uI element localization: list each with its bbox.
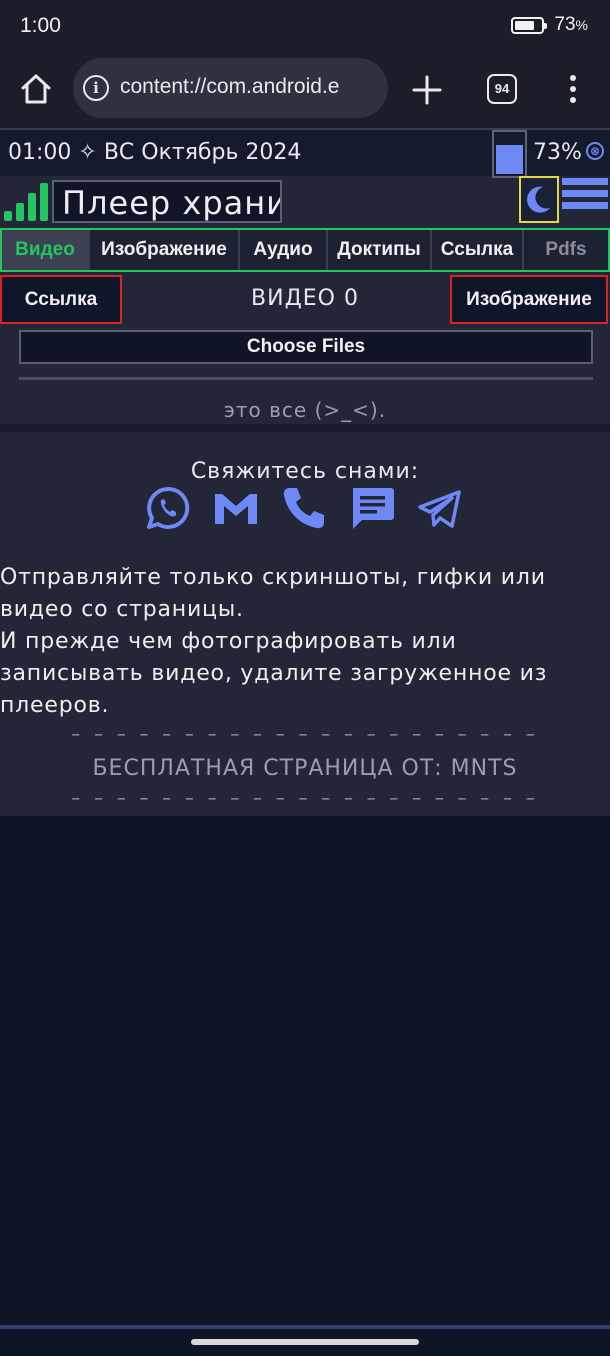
choose-files-button[interactable]: Choose Files <box>19 330 593 364</box>
home-button[interactable] <box>18 71 54 107</box>
battery-icon <box>511 16 548 34</box>
instructions-line: видео со страницы. <box>0 597 244 622</box>
home-indicator[interactable] <box>191 1339 419 1345</box>
tab-video[interactable]: Видео <box>2 230 90 270</box>
tab-doc-types[interactable]: Доктипы <box>328 230 432 270</box>
video-count: ВИДЕО 0 <box>251 286 359 311</box>
signal-bars-icon <box>4 183 50 221</box>
battery-percent: 73% <box>554 14 588 35</box>
new-tab-button[interactable] <box>408 71 446 109</box>
status-battery: 73% <box>511 14 588 36</box>
tab-image[interactable]: Изображение <box>90 230 240 270</box>
instructions-line: И прежде чем фотографировать или <box>0 629 457 654</box>
menu-line-icon <box>562 202 608 209</box>
telegram-icon[interactable] <box>416 484 464 532</box>
contact-icons <box>140 484 470 532</box>
media-tabs: Видео Изображение Аудио Доктипы Ссылка P… <box>0 228 610 272</box>
clock-date: 01:00 ✧ ВС Октябрь 2024 <box>8 140 302 165</box>
phone-icon[interactable] <box>280 484 328 532</box>
dashes-top: – – – – – – – – – – – – – – – – – – – – … <box>71 724 539 745</box>
browser-toolbar: i content://com.android.e 94 <box>0 52 610 128</box>
tab-switcher-button[interactable]: 94 <box>487 74 517 104</box>
info-icon[interactable]: i <box>83 75 109 101</box>
free-page-credit: БЕСПЛАТНАЯ СТРАНИЦА ОТ: MNTS <box>92 756 518 781</box>
home-icon <box>21 74 51 104</box>
dark-mode-toggle[interactable] <box>519 176 559 223</box>
more-menu-button[interactable] <box>563 72 583 108</box>
tab-audio[interactable]: Аудио <box>240 230 328 270</box>
image-button[interactable]: Изображение <box>450 275 608 324</box>
more-dot-icon <box>570 86 576 92</box>
gmail-icon[interactable] <box>212 484 260 532</box>
plus-icon <box>412 75 442 105</box>
bottom-accent-line <box>0 1325 610 1329</box>
more-dot-icon <box>570 97 576 103</box>
contact-title: Свяжитесь снами: <box>190 459 420 484</box>
instructions-text: Отправляйте только скриншоты, гифки или в… <box>0 562 610 722</box>
tab-link[interactable]: Ссылка <box>432 230 524 270</box>
instructions-line: записывать видео, удалите загруженное из <box>0 661 548 686</box>
dashes-bottom: – – – – – – – – – – – – – – – – – – – – … <box>71 788 539 809</box>
moon-icon <box>527 186 550 213</box>
status-time: 1:00 <box>20 14 61 37</box>
web-page: 01:00 ✧ ВС Октябрь 2024 73% ⊗ Плеер хран… <box>0 128 610 816</box>
address-bar[interactable]: i content://com.android.e <box>73 58 388 118</box>
end-of-list-text: это все (>_<). <box>223 398 387 422</box>
page-battery-percent: 73% <box>533 140 582 165</box>
color-swatch-button[interactable] <box>492 130 527 178</box>
hamburger-menu-button[interactable] <box>562 178 608 222</box>
tab-pdfs[interactable]: Pdfs <box>524 230 608 270</box>
blue-square-icon <box>496 145 523 174</box>
menu-line-icon <box>562 190 608 197</box>
page-top-bar: 01:00 ✧ ВС Октябрь 2024 73% ⊗ <box>0 128 610 178</box>
battery-status-icon: ⊗ <box>586 142 604 160</box>
player-title: Плеер храни <box>52 180 282 223</box>
divider <box>19 377 593 380</box>
instructions-line: плееров. <box>0 693 110 718</box>
system-status-bar: 1:00 73% <box>0 0 610 52</box>
section-divider <box>0 424 610 432</box>
instructions-line: Отправляйте только скриншоты, гифки или <box>0 565 546 590</box>
chat-icon[interactable] <box>348 484 396 532</box>
whatsapp-icon[interactable] <box>144 484 192 532</box>
url-text[interactable]: content://com.android.e <box>120 75 380 99</box>
link-button[interactable]: Ссылка <box>0 275 122 324</box>
more-dot-icon <box>570 75 576 81</box>
menu-line-icon <box>562 178 608 185</box>
